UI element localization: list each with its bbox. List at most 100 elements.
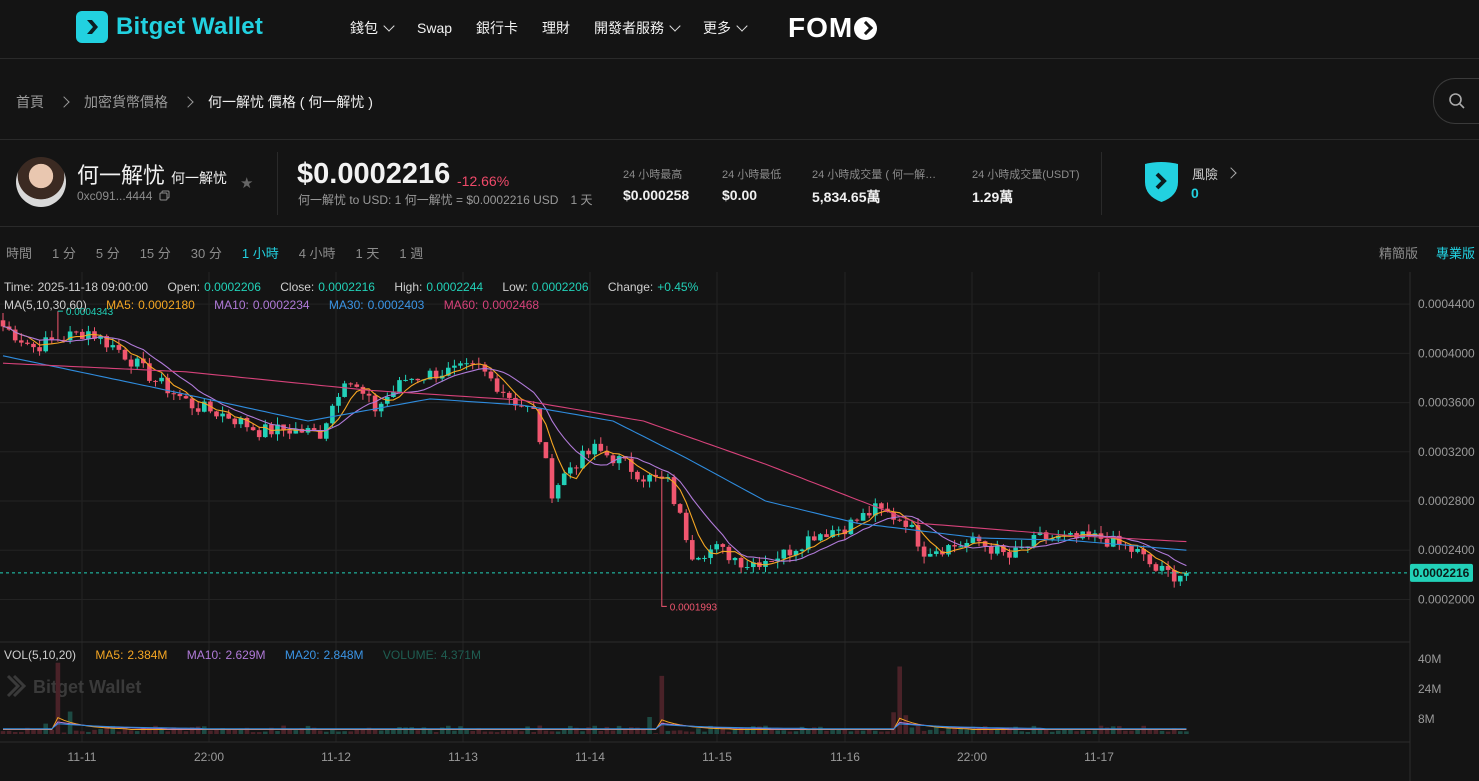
ohlc-change-label: Change: [607,280,654,294]
candle-body [909,524,915,527]
tab-time[interactable]: 時間 [6,243,32,262]
volume-bar-up [775,730,780,734]
candle-body [49,337,55,340]
search-button[interactable] [1433,78,1479,124]
candle-down [635,470,640,482]
breadcrumb-home[interactable]: 首頁 [16,92,44,112]
nav-developer[interactable]: 開發者服務 [594,18,681,38]
volume-bar-up [159,729,164,734]
volume-bar-down [921,730,927,734]
divider [0,139,1479,140]
risk-link[interactable]: 風險 [1192,164,1237,183]
brand-logo[interactable]: Bitget Wallet [76,11,263,43]
candle-body [183,396,189,399]
stat-label: 24 小時最高 [623,169,683,181]
fomo-logo[interactable]: FOM [788,12,878,44]
tab-1d[interactable]: 1 天 [356,243,380,262]
favorite-star-icon[interactable]: ★ [240,174,253,192]
nav-more[interactable]: 更多 [703,18,748,38]
candle-body [1135,549,1140,552]
divider [1101,152,1102,215]
volume-bar-down [879,731,884,734]
candle-body [452,365,457,368]
candle-down [866,506,872,519]
volume-bar-up [1110,726,1116,734]
volume-bar-up [1178,731,1183,734]
nav-earn[interactable]: 理財 [542,18,570,38]
volume-bar-up [324,731,329,734]
price-chart[interactable]: Bitget Wallet 0.0004400 0.0004000 0.000360… [0,272,1479,781]
candle-body [635,471,640,480]
price-tick-label: 0.0003200 [1418,445,1475,459]
candle-body [726,546,732,561]
chevron-down-icon [669,20,681,32]
nav-developer-label: 開發者服務 [594,20,665,36]
volume-bar-up [464,729,469,734]
candle-body [738,557,744,568]
mode-simple[interactable]: 精簡版 [1379,243,1418,262]
volume-bar-down [519,731,524,734]
candle-down [12,325,18,343]
volume-bar-down [482,731,488,734]
stat-label: 24 小時成交量 ( 何一解… [812,169,937,181]
volume-bar-down [915,725,921,734]
time-tick-label: 11-12 [321,750,351,764]
volume-bar-down [787,731,793,734]
volume-bar-down [549,731,555,734]
candle-body [683,512,689,541]
time-tick-label: 11-11 [68,750,97,764]
candle-body [336,396,341,406]
candle-body [464,363,469,365]
candle-up [818,533,823,542]
candle-down [25,339,30,346]
tab-30m[interactable]: 30 分 [191,243,222,262]
candle-up [342,380,347,398]
volume-bar-down [598,730,604,734]
tab-1w[interactable]: 1 週 [399,243,423,262]
volume-bar-up [98,728,103,734]
volume-bar-down [1117,726,1122,734]
volume-bar-up [525,726,530,734]
tab-1h[interactable]: 1 小時 [242,243,279,262]
candle-body [232,418,238,425]
candle-down [366,389,372,403]
price-tick-label: 0.0003600 [1418,396,1475,410]
nav-bank-card[interactable]: 銀行卡 [476,18,518,38]
candle-body [366,393,372,396]
candle-up [995,540,1000,556]
candle-up [324,422,329,442]
price-tick-label: 0.0002800 [1418,494,1475,508]
candle-down [738,556,744,574]
candle-body [1178,575,1183,582]
nav-wallet[interactable]: 錢包 [350,18,395,38]
nav-swap[interactable]: Swap [417,20,452,36]
volume-bar-down [92,729,97,734]
volume-bar-down [586,727,591,734]
candle-body [543,442,549,459]
volume-bar-up [964,729,970,734]
price-change: -12.66% [457,173,510,189]
copy-icon[interactable] [159,190,170,201]
candle-body [415,378,421,381]
ohlc-high-label: High: [394,280,423,294]
low-marker [661,600,667,607]
candle-body [110,345,116,348]
volume-bar-down [531,732,536,734]
volume-bar-down [720,728,726,734]
tab-15m[interactable]: 15 分 [140,243,171,262]
time-tick-label: 22:00 [957,750,987,764]
volume-bar-up [336,731,341,734]
candle-down [360,384,366,400]
candle-body [574,467,579,469]
tab-5m[interactable]: 5 分 [96,243,120,262]
mode-pro[interactable]: 專業版 [1436,243,1475,262]
candle-body [568,467,573,474]
tab-4h[interactable]: 4 小時 [299,243,336,262]
candle-down [55,311,61,342]
time-tick-label: 11-16 [830,750,860,764]
token-address: 0xc091...4444 [77,189,153,203]
volume-bar-up [647,717,652,734]
breadcrumb-category[interactable]: 加密貨幣價格 [84,92,168,112]
tab-1m[interactable]: 1 分 [52,243,76,262]
candle-body [397,380,402,392]
